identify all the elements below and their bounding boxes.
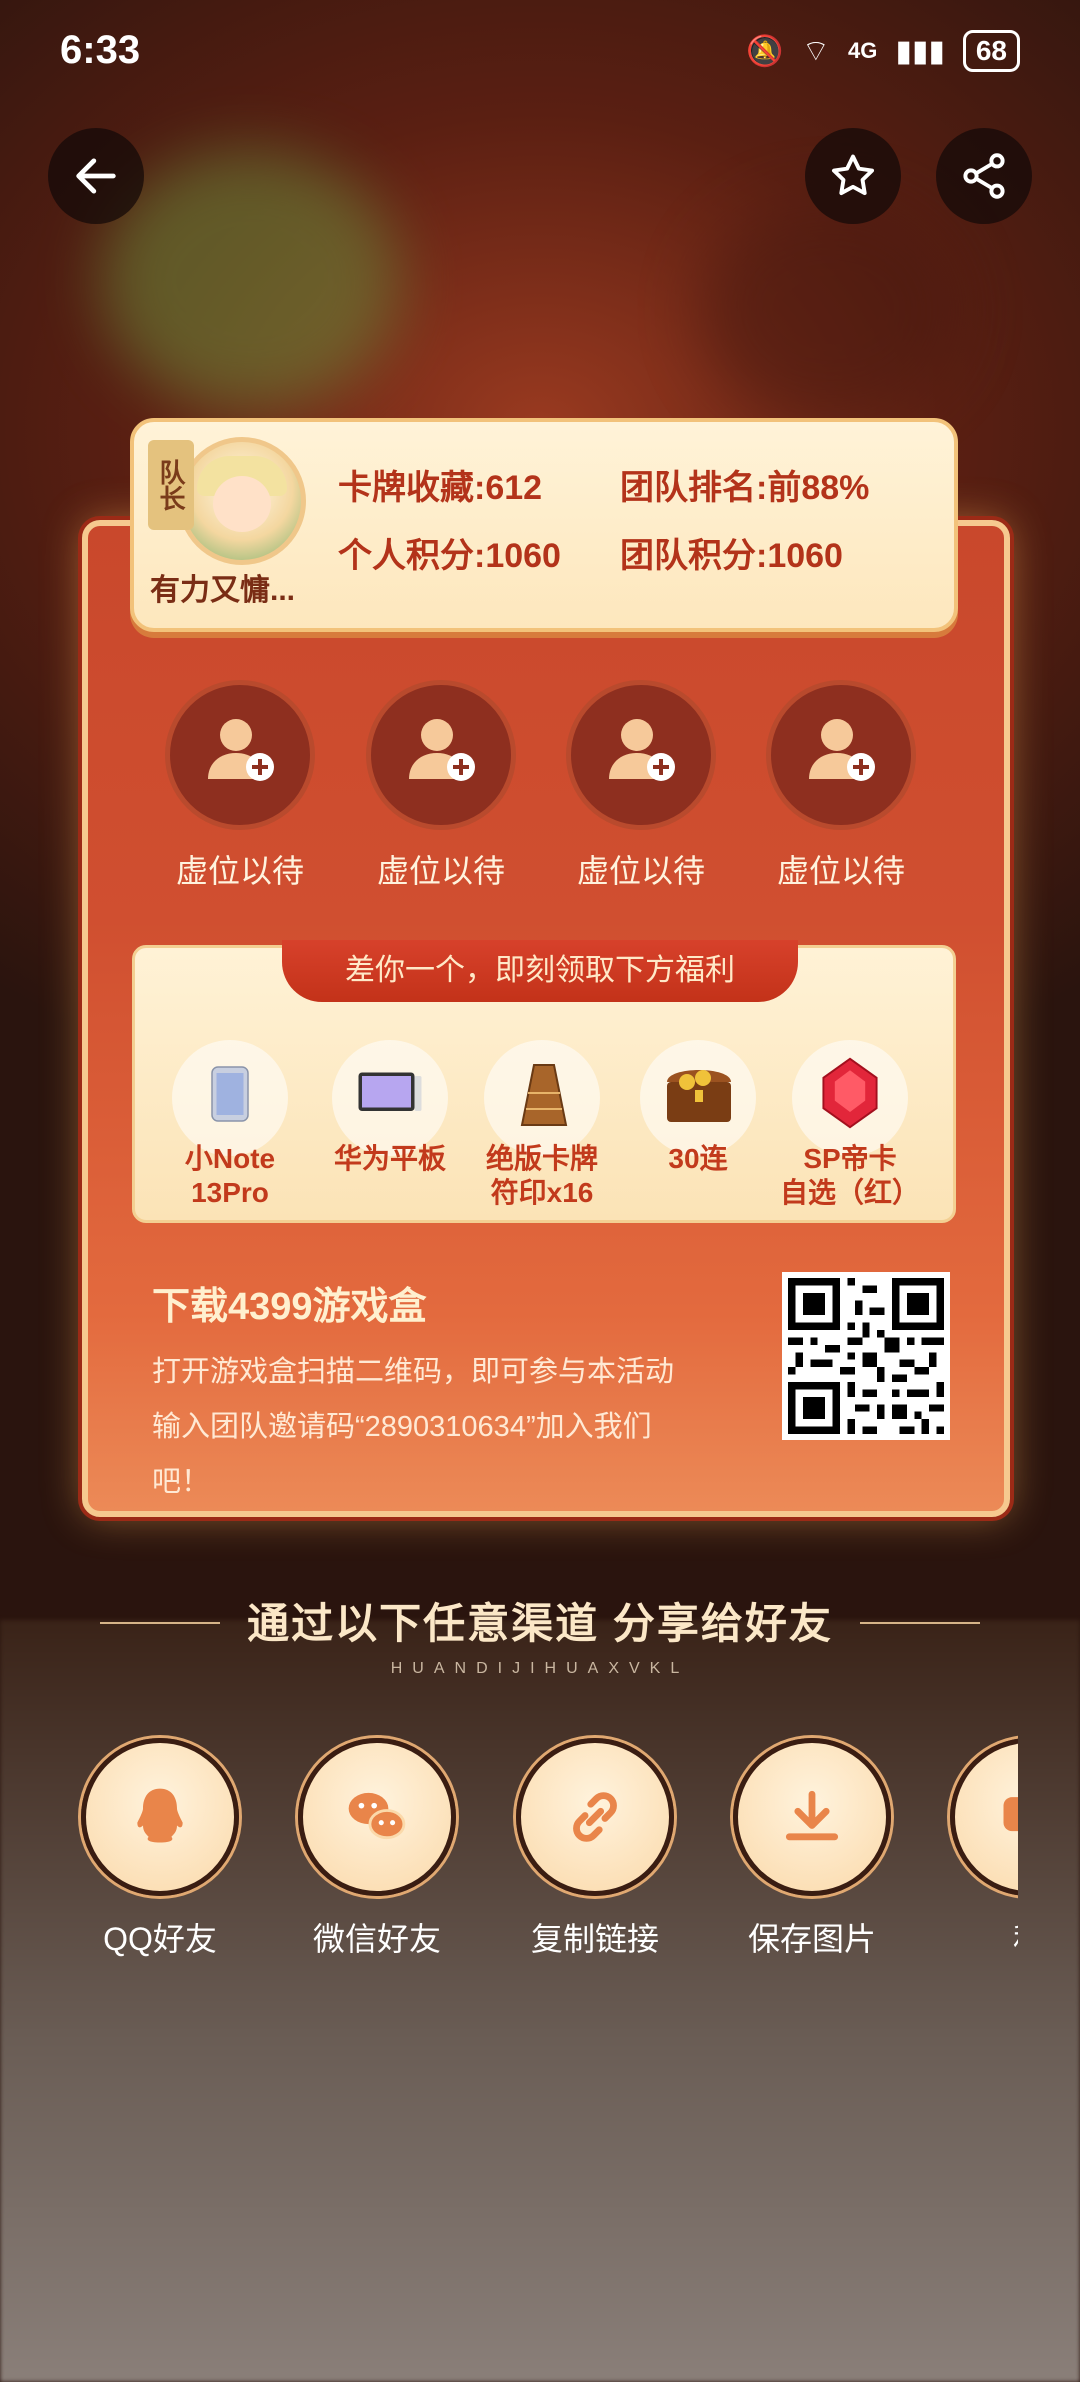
reward-label: 30连	[668, 1143, 728, 1174]
add-member-icon	[809, 719, 875, 781]
reward-label: 华为平板	[333, 1143, 446, 1174]
share-heading: 通过以下任意渠道 分享给好友	[100, 1590, 980, 1650]
status-time: 6:33	[60, 28, 141, 72]
team-points-stat: 团队积分:1060	[620, 537, 843, 575]
back-arrow-icon	[76, 158, 116, 194]
member-slot-1[interactable]: 虚位以待	[165, 680, 315, 892]
signal-icon: ▮▮▮	[895, 34, 945, 68]
red-gem-icon	[822, 1057, 878, 1129]
member-slot-label: 虚位以待	[175, 853, 304, 889]
reward-label: 小Note 13Pro	[184, 1143, 276, 1208]
share-button[interactable]	[936, 128, 1032, 224]
share-label: 私	[944, 1914, 1018, 1960]
member-slot-label: 虚位以待	[776, 853, 905, 889]
phone-icon	[211, 1066, 249, 1122]
personal-points-stat: 个人积分:1060	[338, 537, 561, 575]
reward-item-sp-card: SP帝卡 自选（红）	[780, 1040, 920, 1210]
treasure-chest-icon	[667, 1070, 731, 1122]
share-message-button[interactable]: 私	[944, 1738, 1018, 1960]
status-bar: 6:33 🔕 ⌔ 4G ▮▮▮ 68	[0, 0, 1080, 100]
status-icons: 🔕 ⌔ 4G ▮▮▮ 68	[746, 30, 1020, 72]
star-icon	[831, 154, 875, 196]
member-slot-3[interactable]: 虚位以待	[566, 680, 716, 892]
member-slot-4[interactable]: 虚位以待	[766, 680, 916, 892]
reward-item-tablet: 华为平板	[320, 1040, 460, 1176]
team-rank-stat: 团队排名:前88%	[620, 469, 870, 507]
favorite-button[interactable]	[805, 128, 901, 224]
share-channel-clip: 私	[0, 1720, 1018, 2020]
tablet-icon	[358, 1072, 422, 1111]
rewards-banner: 差你一个，即刻领取下方福利	[282, 940, 798, 1002]
battery-indicator: 68	[962, 30, 1020, 72]
share-icon	[963, 153, 1005, 199]
download-instructions: 打开游戏盒扫描二维码，即可参与本活动 输入团队邀请码“2890310634”加入…	[152, 1356, 675, 1498]
share-subtitle: HUANDIJIHUAXVKL	[390, 1660, 690, 1677]
reward-label: SP帝卡 自选（红）	[780, 1143, 921, 1208]
reward-item-chest: 30连	[628, 1040, 768, 1176]
reward-item-phone: 小Note 13Pro	[160, 1040, 300, 1210]
member-slot-label: 虚位以待	[376, 853, 505, 889]
wifi-icon: ⌔	[801, 35, 830, 68]
reward-label: 绝版卡牌 符印x16	[485, 1143, 598, 1208]
leader-badge: 队长	[148, 440, 194, 530]
card-collection-stat: 卡牌收藏:612	[338, 469, 543, 507]
qr-code	[782, 1272, 950, 1440]
member-slot-2[interactable]: 虚位以待	[366, 680, 516, 892]
share-title: 通过以下任意渠道 分享给好友	[247, 1600, 833, 1647]
mute-bell-icon: 🔕	[746, 34, 784, 68]
card-seal-icon	[520, 1064, 568, 1126]
member-slot-label: 虚位以待	[576, 853, 705, 889]
back-button[interactable]	[48, 128, 144, 224]
download-title: 下载4399游戏盒	[152, 1286, 427, 1328]
add-member-icon	[208, 719, 274, 781]
message-icon	[1003, 1797, 1018, 1832]
add-member-icon	[409, 719, 475, 781]
leader-avatar[interactable]	[178, 437, 306, 565]
leader-nickname: 有力又慵...	[150, 574, 296, 607]
qr-code-icon	[788, 1278, 944, 1434]
network-label: 4G	[847, 38, 878, 63]
reward-item-card-seal: 绝版卡牌 符印x16	[472, 1040, 612, 1210]
add-member-icon	[609, 719, 675, 781]
